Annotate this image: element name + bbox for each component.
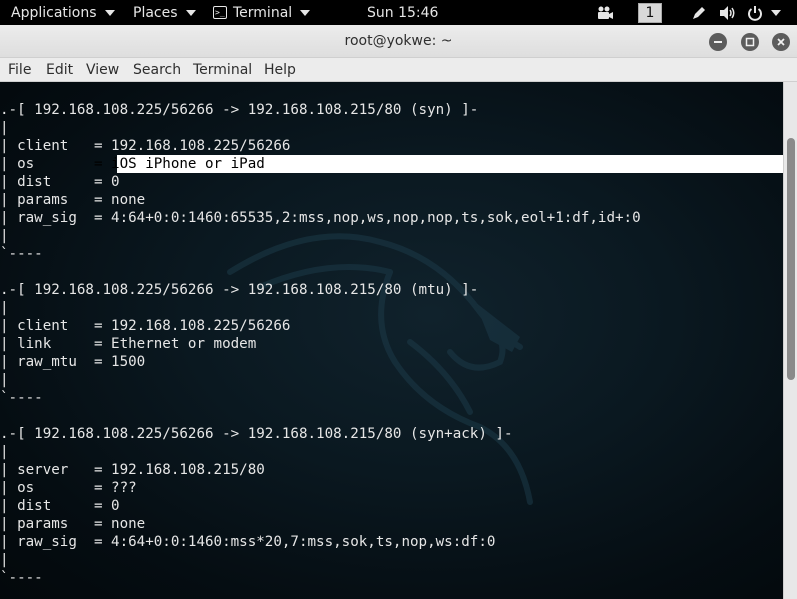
volume-icon[interactable] (719, 0, 737, 25)
terminal-line: | raw_mtu = 1500 (0, 354, 146, 370)
places-menu[interactable]: Places (133, 0, 196, 25)
pen-icon[interactable] (691, 0, 707, 25)
menu-bar: File Edit View Search Terminal Help (0, 58, 797, 82)
terminal-output[interactable]: .-[ 192.168.108.225/56266 -> 192.168.108… (0, 82, 783, 599)
desktop: Applications Places >_ Terminal Sun 15:4… (0, 0, 797, 599)
terminal-line: `---- (0, 570, 43, 586)
terminal-line: | dist = 0 (0, 174, 120, 190)
chevron-down-icon (771, 9, 781, 16)
terminal-app-menu[interactable]: >_ Terminal (213, 0, 311, 25)
places-label: Places (133, 4, 178, 21)
terminal-line: `---- (0, 246, 43, 262)
menu-search[interactable]: Search (133, 58, 181, 82)
power-menu[interactable] (747, 0, 781, 25)
terminal-line: | (0, 372, 9, 388)
terminal-line: | raw_sig = 4:64+0:0:1460:65535,2:mss,no… (0, 210, 641, 226)
chevron-down-icon (300, 9, 311, 16)
terminal-line: | raw_sig = 4:64+0:0:1460:mss*20,7:mss,s… (0, 534, 496, 550)
terminal-line: | (0, 120, 9, 136)
terminal-line: | client = 192.168.108.225/56266 (0, 138, 291, 154)
scrollbar-thumb[interactable] (787, 138, 795, 380)
clock-label: Sun 15:46 (367, 4, 439, 21)
terminal-line: | (0, 552, 9, 568)
menu-help[interactable]: Help (264, 58, 296, 82)
applications-menu[interactable]: Applications (11, 0, 115, 25)
chevron-down-icon (185, 9, 196, 16)
applications-label: Applications (11, 4, 97, 21)
chevron-down-icon (104, 9, 115, 16)
terminal-line: .-[ 192.168.108.225/56266 -> 192.168.108… (0, 102, 479, 118)
menu-terminal[interactable]: Terminal (193, 58, 252, 82)
menu-view[interactable]: View (86, 58, 119, 82)
terminal-line: | (0, 300, 9, 316)
terminal-line: .-[ 192.168.108.225/56266 -> 192.168.108… (0, 426, 513, 442)
terminal-line: | link = Ethernet or modem (0, 336, 257, 352)
close-button[interactable] (772, 33, 790, 51)
terminal-line: | server = 192.168.108.215/80 (0, 462, 265, 478)
maximize-button[interactable] (741, 33, 759, 51)
power-icon (748, 5, 762, 21)
terminal-app-label: Terminal (233, 4, 293, 21)
window-titlebar[interactable]: root@yokwe: ~ (0, 25, 797, 58)
workspace-number: 1 (638, 2, 662, 23)
menu-edit[interactable]: Edit (46, 58, 73, 82)
video-camera-icon[interactable] (596, 0, 614, 25)
terminal-line: | params = none (0, 192, 146, 208)
terminal-line: | params = none (0, 516, 146, 532)
terminal-line: | os = iOS iPhone or iPad (0, 156, 265, 172)
window-title: root@yokwe: ~ (344, 33, 453, 49)
terminal-line: `---- (0, 390, 43, 406)
terminal-line: .-[ 192.168.108.225/56266 -> 192.168.108… (0, 282, 479, 298)
terminal-line: | (0, 444, 9, 460)
minimize-button[interactable] (709, 33, 727, 51)
terminal-line: | (0, 228, 9, 244)
workspace-indicator[interactable]: 1 (638, 0, 662, 25)
menu-file[interactable]: File (8, 58, 31, 82)
clock[interactable]: Sun 15:46 (367, 0, 438, 25)
terminal-line: | dist = 0 (0, 498, 120, 514)
terminal-line: | os = ??? (0, 480, 137, 496)
terminal-line: | client = 192.168.108.225/56266 (0, 318, 291, 334)
terminal-icon: >_ (213, 6, 227, 19)
top-bar: Applications Places >_ Terminal Sun 15:4… (0, 0, 797, 25)
terminal-scrollbar[interactable] (783, 82, 797, 599)
